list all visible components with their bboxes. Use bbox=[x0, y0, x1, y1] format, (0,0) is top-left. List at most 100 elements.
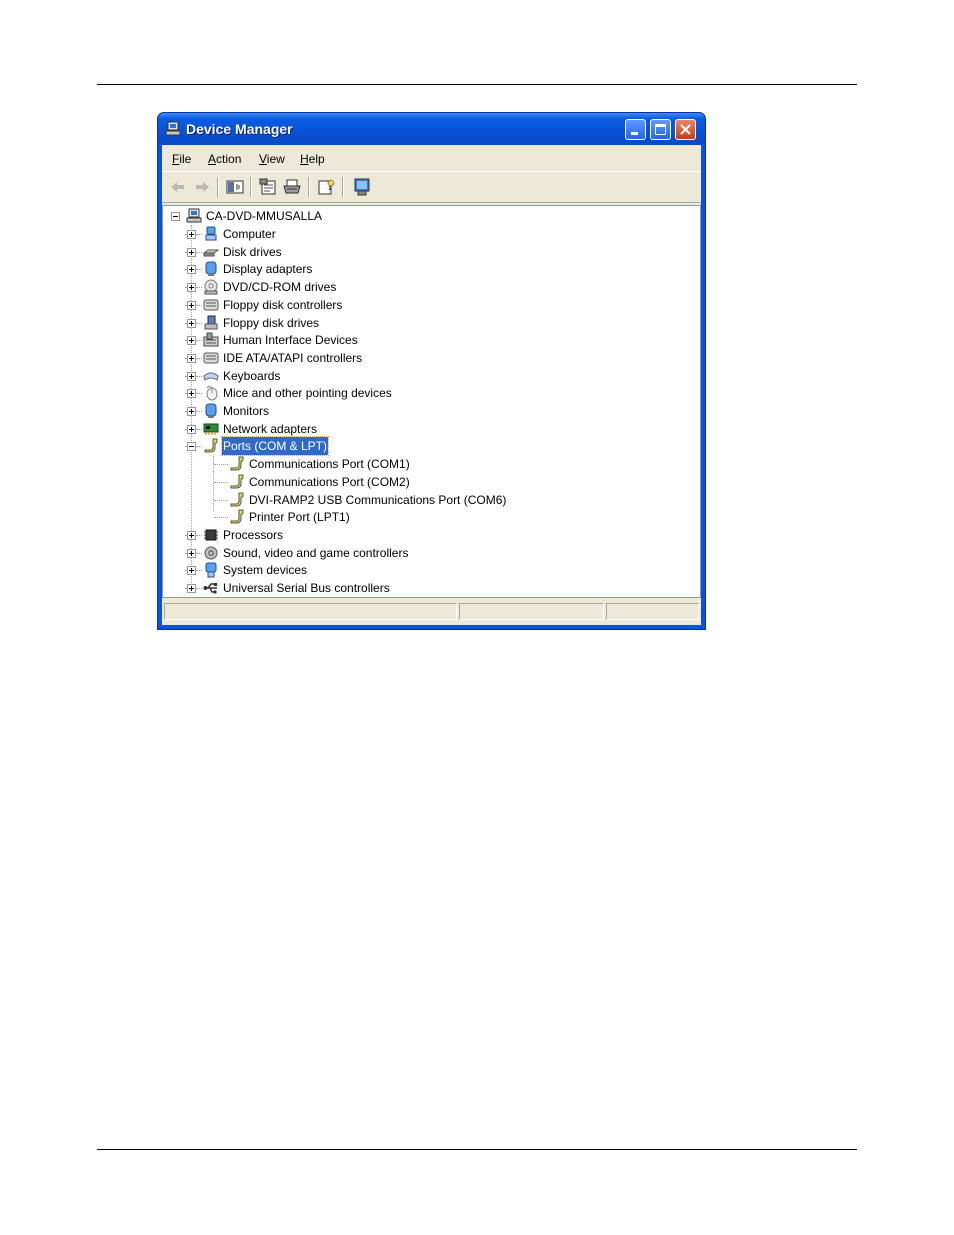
tree-connector bbox=[196, 588, 202, 590]
category-label: System devices bbox=[223, 563, 308, 578]
menu-action-accel: A bbox=[208, 152, 217, 166]
menu-help-label: elp bbox=[308, 152, 325, 166]
collapse-icon[interactable] bbox=[187, 442, 196, 452]
minimize-icon bbox=[631, 132, 638, 135]
category-label: Disk drives bbox=[223, 244, 282, 259]
expand-icon[interactable] bbox=[187, 566, 196, 576]
category-label: Human Interface Devices bbox=[223, 333, 358, 348]
menu-help[interactable]: Help bbox=[300, 152, 325, 166]
tree-connector bbox=[196, 287, 202, 289]
category-label: Processors bbox=[223, 527, 284, 542]
page-header-rule bbox=[97, 84, 857, 85]
back-arrow-icon[interactable] bbox=[168, 177, 188, 197]
menu-view[interactable]: View bbox=[259, 152, 285, 166]
category-label: Sound, video and game controllers bbox=[223, 545, 409, 560]
status-cell-main bbox=[164, 603, 457, 620]
category-label: IDE ATA/ATAPI controllers bbox=[223, 350, 363, 365]
expand-icon[interactable] bbox=[187, 424, 196, 434]
expand-icon[interactable] bbox=[187, 407, 196, 416]
expand-icon[interactable] bbox=[187, 584, 196, 593]
mouse-icon bbox=[206, 386, 218, 401]
floppy-drive-icon bbox=[204, 315, 218, 329]
expand-icon[interactable] bbox=[187, 353, 196, 363]
menu-help-accel: H bbox=[300, 152, 309, 166]
status-cell-right bbox=[606, 603, 699, 620]
tree-connector bbox=[196, 428, 202, 431]
computer-icon bbox=[186, 208, 202, 223]
expand-icon[interactable] bbox=[187, 389, 196, 399]
floppy-controller-icon bbox=[203, 299, 219, 311]
port-icon bbox=[230, 474, 244, 489]
port-icon bbox=[230, 509, 244, 524]
processor-icon bbox=[204, 529, 218, 541]
expand-icon[interactable] bbox=[187, 548, 196, 558]
category-label: Floppy disk drives bbox=[223, 315, 320, 330]
device-tree[interactable]: CA-DVD-MMUSALLA Computer Disk drives Displ… bbox=[162, 205, 701, 598]
tree-connector bbox=[196, 340, 202, 342]
port-device-label: Communications Port (COM1) bbox=[249, 457, 410, 472]
sound-icon bbox=[204, 546, 218, 560]
menu-view-accel: V bbox=[259, 152, 267, 166]
disk-drive-icon bbox=[203, 249, 219, 257]
usb-icon bbox=[203, 583, 217, 594]
expand-icon[interactable] bbox=[187, 247, 196, 257]
menu-view-label: iew bbox=[266, 152, 285, 166]
expand-icon[interactable] bbox=[187, 300, 196, 310]
category-label: Computer bbox=[223, 227, 276, 241]
category-label: Keyboards bbox=[223, 368, 281, 383]
port-icon bbox=[230, 456, 244, 471]
menu-action[interactable]: Action bbox=[208, 152, 241, 166]
category-label: Network adapters bbox=[223, 421, 318, 436]
expand-icon[interactable] bbox=[187, 230, 196, 239]
tree-root-label: CA-DVD-MMUSALLA bbox=[206, 209, 323, 223]
port-device-label: Communications Port (COM2) bbox=[249, 474, 410, 489]
tree-connector bbox=[196, 234, 202, 236]
toolbar: ? bbox=[162, 171, 701, 203]
category-label: Floppy disk controllers bbox=[223, 297, 343, 312]
keyboard-icon bbox=[203, 372, 219, 381]
window-title: Device Manager bbox=[186, 121, 293, 137]
properties-icon[interactable] bbox=[258, 177, 278, 197]
expand-icon[interactable] bbox=[187, 336, 196, 346]
status-cell-middle bbox=[459, 603, 604, 620]
category-label: Monitors bbox=[223, 404, 270, 418]
tree-connector bbox=[214, 464, 228, 466]
show-hide-tree-icon[interactable] bbox=[225, 177, 245, 197]
minimize-button[interactable] bbox=[625, 119, 646, 140]
close-button[interactable] bbox=[675, 119, 696, 140]
print-icon[interactable] bbox=[282, 177, 302, 197]
expand-icon[interactable] bbox=[187, 265, 196, 275]
ide-controller-icon bbox=[203, 352, 219, 364]
expand-icon[interactable] bbox=[187, 318, 196, 328]
forward-arrow-icon[interactable] bbox=[192, 177, 212, 197]
help-icon[interactable]: ? bbox=[316, 177, 336, 197]
category-label: Ports (COM & LPT) bbox=[220, 436, 330, 457]
title-bar[interactable]: Device Manager bbox=[158, 113, 705, 145]
menu-action-label: ction bbox=[216, 152, 242, 166]
tree-connector bbox=[196, 411, 202, 413]
expand-icon[interactable] bbox=[187, 371, 196, 381]
expand-icon[interactable] bbox=[187, 283, 196, 293]
tree-connector bbox=[196, 322, 202, 325]
tree-connector bbox=[196, 251, 202, 254]
scan-hardware-icon[interactable] bbox=[352, 177, 372, 197]
system-device-icon bbox=[205, 562, 217, 578]
collapse-icon[interactable] bbox=[171, 212, 180, 221]
maximize-button[interactable] bbox=[650, 119, 671, 140]
tree-connector bbox=[196, 375, 202, 378]
tree-connector bbox=[214, 499, 228, 502]
menu-file[interactable]: File bbox=[172, 152, 191, 166]
tree-connector bbox=[196, 552, 202, 555]
device-manager-window: Device Manager File Action View Help ? bbox=[157, 112, 706, 630]
tree-connector bbox=[214, 481, 228, 484]
monitor-icon bbox=[205, 403, 217, 418]
port-icon bbox=[230, 492, 244, 506]
menu-bar: File Action View Help bbox=[162, 145, 701, 170]
expand-icon[interactable] bbox=[187, 530, 196, 540]
tree-connector bbox=[196, 534, 202, 537]
maximize-icon bbox=[655, 124, 666, 135]
category-label: DVD/CD-ROM drives bbox=[223, 280, 337, 295]
display-adapter-icon bbox=[205, 261, 217, 277]
toolbar-separator bbox=[308, 177, 310, 197]
tree-connector bbox=[196, 357, 202, 360]
